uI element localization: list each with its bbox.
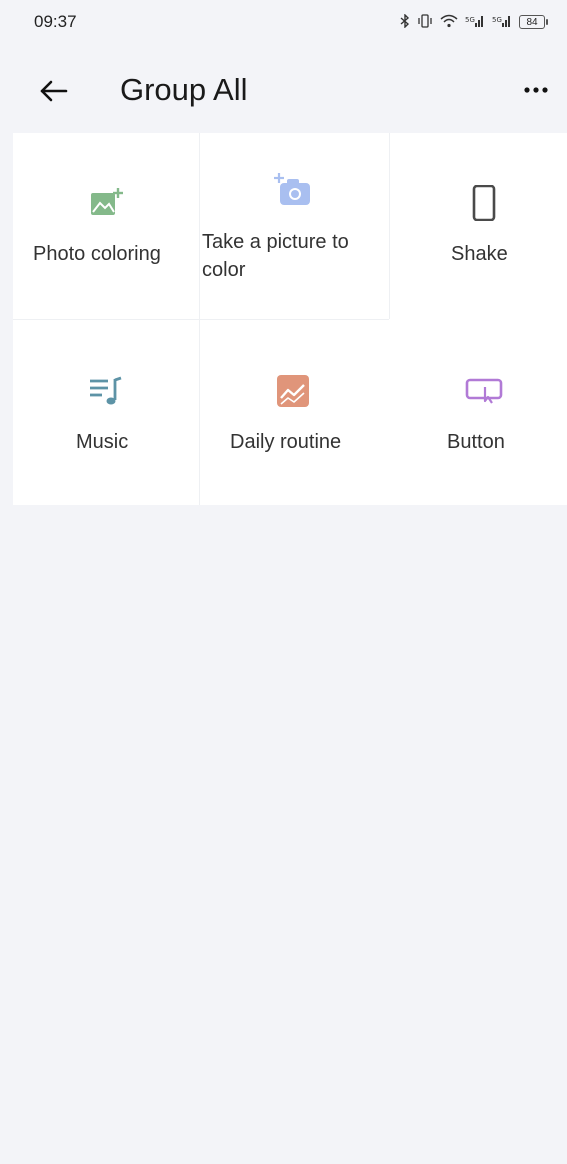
- arrow-left-icon: [40, 80, 68, 102]
- mode-label: Button: [447, 431, 505, 453]
- mode-grid: Photo coloring Take a picture to color S…: [13, 133, 567, 505]
- mode-shake[interactable]: Shake: [389, 133, 567, 319]
- signal-icon: 5G: [465, 14, 485, 31]
- daily-routine-icon: [275, 373, 311, 409]
- battery-icon: 84: [519, 15, 548, 29]
- vibrate-icon: [417, 13, 433, 31]
- phone-icon: [466, 184, 502, 222]
- mode-photo-coloring[interactable]: Photo coloring: [13, 133, 199, 319]
- more-button[interactable]: [519, 80, 553, 100]
- music-list-icon: [88, 373, 124, 409]
- mode-take-picture[interactable]: Take a picture to color: [200, 133, 386, 319]
- status-bar: 09:37 5G 5G 84: [0, 0, 567, 44]
- mode-label: Shake: [451, 243, 508, 265]
- mode-label: Photo coloring: [33, 243, 161, 265]
- mode-label: Daily routine: [230, 431, 342, 453]
- header: Group All: [0, 52, 567, 128]
- camera-add-icon: [272, 171, 310, 207]
- mode-music[interactable]: Music: [13, 319, 199, 505]
- mode-daily-routine[interactable]: Daily routine: [200, 319, 386, 505]
- status-icons: 5G 5G 84: [400, 12, 548, 31]
- mode-button[interactable]: Button: [389, 319, 567, 505]
- svg-text:5G: 5G: [492, 16, 502, 24]
- more-horizontal-icon: [524, 87, 548, 93]
- button-press-icon: [464, 375, 503, 411]
- back-button[interactable]: [36, 74, 70, 108]
- svg-text:5G: 5G: [465, 16, 475, 24]
- page-title: Group All: [120, 72, 248, 107]
- bluetooth-icon: [400, 12, 410, 31]
- image-add-icon: [88, 185, 124, 221]
- status-time: 09:37: [34, 12, 77, 31]
- mode-label-line2: color: [202, 259, 246, 281]
- wifi-icon: [440, 14, 458, 31]
- mode-label: Music: [76, 431, 129, 453]
- mode-label-line1: Take a picture to: [202, 231, 349, 253]
- signal-icon: 5G: [492, 14, 512, 31]
